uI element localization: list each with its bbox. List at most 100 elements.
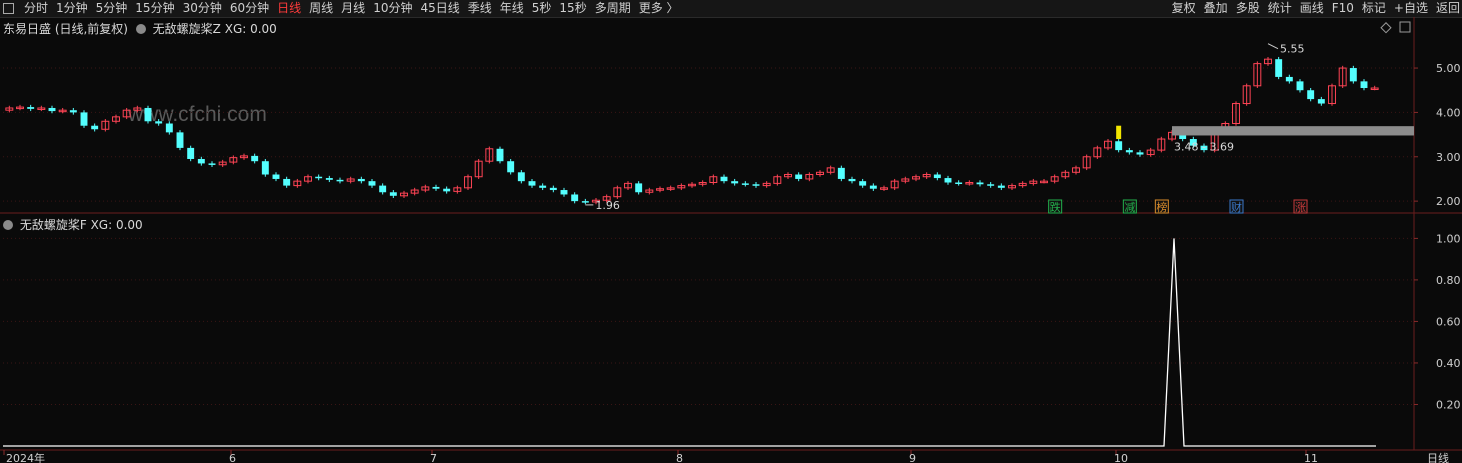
event-marker-box bbox=[1048, 199, 1063, 214]
candle-body bbox=[666, 187, 675, 190]
candle-body bbox=[187, 147, 195, 159]
candle-body bbox=[1275, 59, 1283, 77]
period-tab-11[interactable]: 季线 bbox=[468, 1, 492, 15]
period-tab-2[interactable]: 5分钟 bbox=[96, 1, 128, 15]
period-tab-3[interactable]: 15分钟 bbox=[135, 1, 174, 15]
candle-body bbox=[805, 174, 814, 180]
candle-body bbox=[1189, 139, 1197, 146]
candle-body bbox=[400, 192, 408, 197]
candle-body bbox=[571, 194, 579, 202]
period-tab-9[interactable]: 10分钟 bbox=[373, 1, 412, 15]
tool-button-4[interactable]: 画线 bbox=[1300, 1, 1324, 15]
candle-body bbox=[837, 167, 845, 179]
candle-body bbox=[997, 185, 1005, 188]
event-marker-3: 财 bbox=[1231, 200, 1242, 214]
candle-body bbox=[421, 186, 430, 191]
candle-body bbox=[283, 178, 291, 186]
candle-body bbox=[1370, 87, 1379, 91]
sub-indicator-name: 无敌螺旋桨F bbox=[19, 218, 87, 232]
candle-body bbox=[1317, 99, 1325, 104]
candle-body bbox=[58, 109, 67, 113]
period-tab-10[interactable]: 45日线 bbox=[420, 1, 459, 15]
candle-body bbox=[304, 176, 312, 182]
candle-body bbox=[1168, 131, 1176, 140]
candle-body bbox=[1242, 85, 1251, 105]
period-tab-14[interactable]: 15秒 bbox=[559, 1, 586, 15]
candle-body bbox=[112, 116, 120, 122]
candle-body bbox=[272, 174, 280, 179]
candle-body bbox=[645, 189, 654, 193]
sub-y-tick-label: 0.60 bbox=[1436, 315, 1461, 328]
candle-body bbox=[1307, 90, 1315, 100]
sub-y-tick-label: 0.20 bbox=[1436, 398, 1461, 411]
candle-body bbox=[101, 120, 110, 130]
candle-body bbox=[48, 107, 56, 112]
period-tab-7[interactable]: 周线 bbox=[309, 1, 333, 15]
candle-body bbox=[944, 178, 952, 183]
candle-body bbox=[432, 186, 440, 189]
tool-button-8[interactable]: 返回 bbox=[1436, 1, 1460, 15]
stock-title: 东易日盛 (日线,前复权) bbox=[3, 22, 128, 36]
tool-button-7[interactable]: +自选 bbox=[1394, 1, 1428, 15]
candle-body bbox=[1179, 132, 1187, 140]
x-tick-label: 10 bbox=[1114, 452, 1128, 463]
candle-body bbox=[549, 187, 557, 191]
sub-indicator-settings-icon[interactable] bbox=[3, 220, 13, 230]
candle-body bbox=[1061, 171, 1070, 178]
candle-body bbox=[389, 192, 397, 196]
menu-icon[interactable] bbox=[3, 3, 14, 14]
candle-body bbox=[1146, 149, 1155, 156]
sub-indicator-value: XG: 0.00 bbox=[90, 218, 143, 232]
tool-button-0[interactable]: 复权 bbox=[1172, 1, 1196, 15]
candle-body bbox=[709, 176, 718, 183]
candle-body bbox=[688, 183, 696, 187]
candle-body bbox=[1338, 67, 1347, 87]
period-tab-4[interactable]: 30分钟 bbox=[183, 1, 222, 15]
tool-button-5[interactable]: F10 bbox=[1332, 1, 1354, 15]
tool-button-3[interactable]: 统计 bbox=[1268, 1, 1292, 15]
high-pointer bbox=[1267, 43, 1279, 50]
period-tab-8[interactable]: 月线 bbox=[341, 1, 365, 15]
period-tab-5[interactable]: 60分钟 bbox=[230, 1, 269, 15]
candle-body bbox=[592, 199, 600, 203]
candle-body bbox=[933, 174, 941, 179]
period-tab-12[interactable]: 年线 bbox=[500, 1, 524, 15]
x-tick-label: 9 bbox=[909, 452, 916, 463]
indicator-name: 无敌螺旋桨Z bbox=[152, 22, 221, 36]
period-tab-1[interactable]: 1分钟 bbox=[56, 1, 88, 15]
event-marker-0: 跌 bbox=[1050, 200, 1061, 214]
candle-body bbox=[1008, 185, 1016, 189]
candle-body bbox=[16, 106, 24, 110]
candle-body bbox=[987, 184, 995, 186]
candle-body bbox=[560, 190, 568, 195]
candle-body bbox=[261, 161, 269, 175]
tool-button-1[interactable]: 叠加 bbox=[1204, 1, 1228, 15]
candle-body bbox=[976, 182, 984, 185]
period-tab-13[interactable]: 5秒 bbox=[532, 1, 552, 15]
tool-button-2[interactable]: 多股 bbox=[1236, 1, 1260, 15]
candle-body bbox=[890, 180, 899, 189]
candle-body bbox=[197, 158, 205, 164]
high-label: 5.55 bbox=[1280, 43, 1305, 56]
x-tick-label: 7 bbox=[430, 452, 437, 463]
candle-body bbox=[293, 180, 302, 187]
candle-body bbox=[613, 187, 622, 198]
price-zone-label: 3.48 - 3.69 bbox=[1174, 140, 1234, 153]
candle-body bbox=[1040, 180, 1048, 184]
candle-body bbox=[1029, 180, 1038, 184]
x-tick-label: 6 bbox=[229, 452, 236, 463]
candle-body bbox=[762, 182, 771, 187]
sub-y-tick-label: 1.00 bbox=[1436, 232, 1461, 245]
candle-body bbox=[368, 181, 376, 186]
candle-body bbox=[784, 174, 792, 178]
period-tab-15[interactable]: 多周期 bbox=[595, 1, 631, 15]
candle-body bbox=[1125, 150, 1133, 153]
tool-button-6[interactable]: 标记 bbox=[1362, 1, 1386, 15]
candle-body bbox=[539, 185, 547, 188]
watermark: www.cfchi.com bbox=[128, 103, 267, 126]
period-tab-16[interactable]: 更多 〉 bbox=[639, 1, 679, 15]
candle-body bbox=[1104, 140, 1112, 149]
period-tab-6[interactable]: 日线 bbox=[277, 1, 301, 15]
indicator-settings-icon[interactable] bbox=[135, 24, 146, 34]
period-tab-0[interactable]: 分时 bbox=[24, 1, 48, 15]
